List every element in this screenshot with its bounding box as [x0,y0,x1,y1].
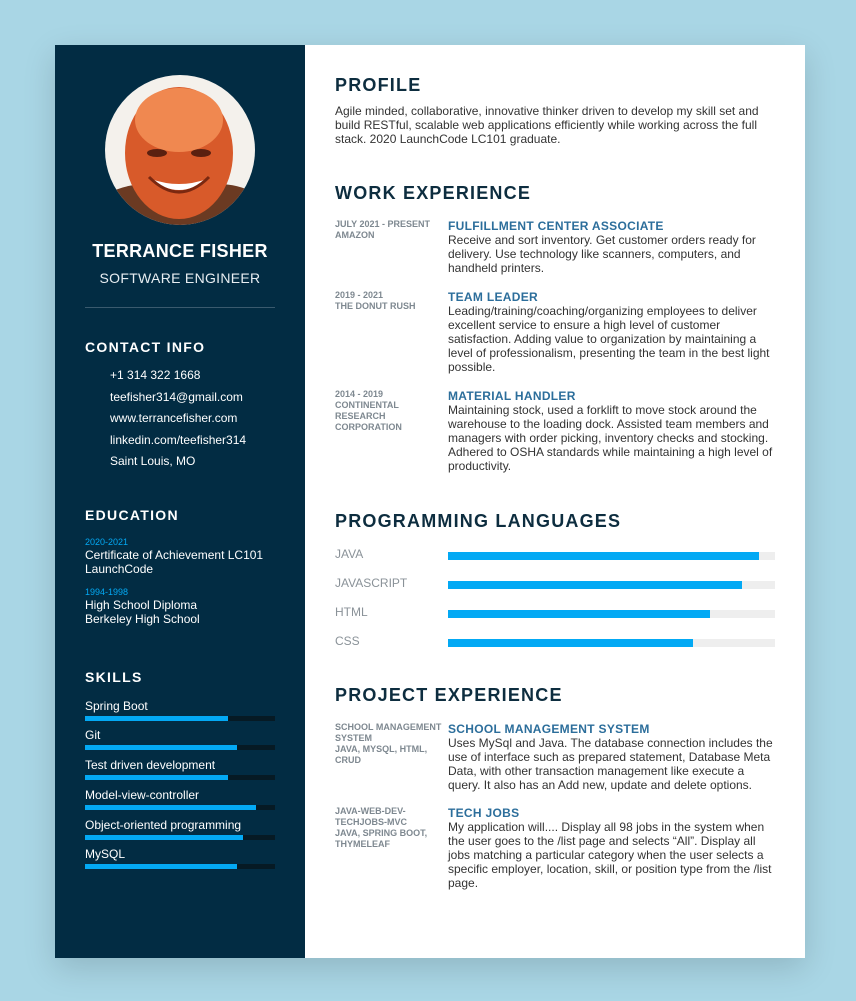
work-heading: WORK EXPERIENCE [335,183,532,203]
skill-bar [85,716,275,721]
main-content: PROFILE Agile minded, collaborative, inn… [305,45,805,958]
skill-item: Model-view-controller [85,788,275,810]
work-org: AMAZON [335,230,375,240]
work-period: 2019 - 2021 [335,290,384,300]
work-period: JULY 2021 - PRESENT [335,219,431,229]
skill-name: Spring Boot [85,699,148,713]
profile-text: Agile minded, collaborative, innovative … [335,104,759,146]
sidebar-divider [85,307,275,308]
education-heading: EDUCATION [85,507,179,523]
skill-bar [85,775,275,780]
skill-bar-fill [85,805,256,810]
project-title: TECH JOBS [448,806,520,820]
skill-item: Spring Boot [85,699,275,721]
skill-bar-fill [85,775,228,780]
education-years: 2020-2021 [85,537,129,547]
contact-email[interactable]: teefisher314@gmail.com [110,387,246,409]
contact-location: Saint Louis, MO [110,454,196,468]
language-bar-fill [448,610,710,618]
work-title: FULFILLMENT CENTER ASSOCIATE [448,219,664,233]
skill-bar [85,835,275,840]
project-name: SCHOOL MANAGEMENT SYSTEM [335,722,442,743]
work-org: CONTINENTAL RESEARCH CORPORATION [335,400,402,432]
language-name: JAVA [335,547,364,561]
language-bar-fill [448,581,743,589]
language-item: CSS [335,634,775,648]
profile-heading: PROFILE [335,75,422,95]
work-title: TEAM LEADER [448,290,538,304]
skill-bar-fill [85,716,228,721]
language-item: JAVA [335,547,775,561]
language-bar [448,552,775,560]
work-desc: Leading/training/coaching/organizing emp… [448,304,770,374]
education-school: Berkeley High School [85,612,200,626]
language-bar-fill [448,552,759,560]
language-item: HTML [335,605,775,619]
contact-linkedin[interactable]: linkedin.com/teefisher314 [110,430,246,452]
project-title: SCHOOL MANAGEMENT SYSTEM [448,722,650,736]
skill-item: Object-oriented programming [85,818,275,840]
language-bar-fill [448,639,694,647]
contact-heading: CONTACT INFO [85,339,206,355]
skill-bar-fill [85,745,237,750]
language-name: HTML [335,605,368,619]
skills-heading: SKILLS [85,669,143,685]
education-item: 1994-1998 High School Diploma Berkeley H… [85,587,200,626]
projects-heading: PROJECT EXPERIENCE [335,685,563,705]
education-school: LaunchCode [85,562,154,576]
skill-bar-fill [85,835,243,840]
work-desc: Receive and sort inventory. Get customer… [448,233,756,275]
education-years: 1994-1998 [85,587,129,597]
languages-heading: PROGRAMMING LANGUAGES [335,511,622,531]
skill-bar [85,864,275,869]
skill-bar [85,805,275,810]
project-desc: My application will.... Display all 98 j… [448,820,772,890]
education-degree: High School Diploma [85,598,198,612]
work-org: THE DONUT RUSH [335,301,416,311]
education-degree: Certificate of Achievement LC101 [85,548,264,562]
education-item: 2020-2021 Certificate of Achievement LC1… [85,537,263,576]
contact-website[interactable]: www.terrancefisher.com [110,408,246,430]
language-bar [448,639,775,647]
work-desc: Maintaining stock, used a forklift to mo… [448,403,773,473]
project-name: JAVA-WEB-DEV-TECHJOBS-MVC [335,806,408,827]
full-name: TERRANCE FISHER [92,241,268,261]
skill-name: MySQL [85,847,126,861]
project-stack: JAVA, MYSQL, HTML, CRUD [335,744,428,765]
skill-name: Model-view-controller [85,788,200,802]
skill-item: MySQL [85,847,275,869]
skill-name: Test driven development [85,758,216,772]
skill-item: Git [85,728,275,750]
work-title: MATERIAL HANDLER [448,389,576,403]
skill-bar [85,745,275,750]
language-name: JAVASCRIPT [335,576,408,590]
sidebar: TERRANCE FISHER SOFTWARE ENGINEER CONTAC… [55,45,305,958]
language-bar [448,610,775,618]
project-desc: Uses MySql and Java. The database connec… [448,736,773,792]
skill-name: Object-oriented programming [85,818,242,832]
language-name: CSS [335,634,360,648]
contact-list: +1 314 322 1668 teefisher314@gmail.com w… [110,365,246,473]
project-stack: JAVA, SPRING BOOT, THYMELEAF [335,828,428,849]
skill-item: Test driven development [85,758,275,780]
contact-phone[interactable]: +1 314 322 1668 [110,365,246,387]
skill-bar-fill [85,864,237,869]
job-role: SOFTWARE ENGINEER [99,270,261,286]
work-period: 2014 - 2019 [335,389,384,399]
avatar [105,75,255,225]
language-item: JAVASCRIPT [335,576,775,590]
language-bar [448,581,775,589]
resume-page: TERRANCE FISHER SOFTWARE ENGINEER CONTAC… [55,45,805,958]
skill-name: Git [85,728,101,742]
